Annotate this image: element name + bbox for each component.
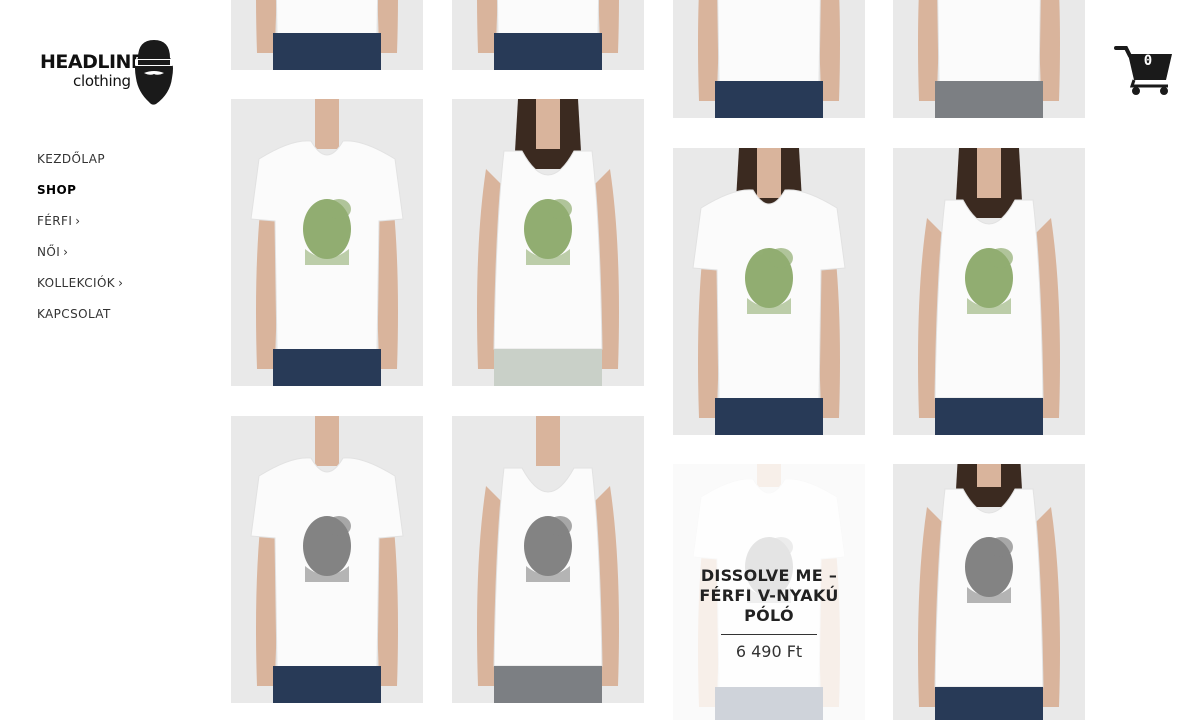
nav-item-kezdolap[interactable]: KEZDŐLAP bbox=[37, 152, 123, 183]
product-card[interactable] bbox=[452, 416, 644, 703]
nav-item-kapcsolat[interactable]: KAPCSOLAT bbox=[37, 307, 123, 338]
product-card[interactable] bbox=[893, 0, 1085, 118]
product-card[interactable] bbox=[231, 99, 423, 386]
chevron-right-icon: › bbox=[63, 245, 69, 259]
product-photo bbox=[231, 99, 423, 386]
chevron-right-icon: › bbox=[118, 276, 124, 290]
product-card[interactable] bbox=[452, 0, 644, 70]
product-photo bbox=[893, 464, 1085, 720]
nav-item-noi[interactable]: NŐI › bbox=[37, 245, 123, 276]
product-photo bbox=[231, 416, 423, 703]
product-photo bbox=[231, 0, 423, 70]
nav-label: NŐI bbox=[37, 245, 61, 259]
nav-item-ferfi[interactable]: FÉRFI › bbox=[37, 214, 123, 245]
nav-item-shop[interactable]: SHOP bbox=[37, 183, 123, 214]
nav-label: KAPCSOLAT bbox=[37, 307, 111, 321]
shopping-cart-icon bbox=[1114, 46, 1172, 95]
product-photo bbox=[893, 0, 1085, 118]
main-navigation: KEZDŐLAP SHOP FÉRFI › NŐI › KOLLEKCIÓK › KA… bbox=[37, 152, 123, 338]
nav-label: KEZDŐLAP bbox=[37, 152, 105, 166]
nav-item-kollekciok[interactable]: KOLLEKCIÓK › bbox=[37, 276, 123, 307]
bearded-face-icon bbox=[135, 40, 173, 105]
nav-label: SHOP bbox=[37, 183, 77, 197]
chevron-right-icon: › bbox=[75, 214, 81, 228]
product-card[interactable] bbox=[893, 148, 1085, 435]
product-price: 6 490 Ft bbox=[735, 642, 803, 661]
divider bbox=[721, 634, 817, 635]
product-photo bbox=[452, 0, 644, 70]
nav-label: KOLLEKCIÓK bbox=[37, 276, 116, 290]
product-card[interactable] bbox=[673, 148, 865, 435]
cart-count: 0 bbox=[1143, 53, 1153, 69]
nav-label: FÉRFI bbox=[37, 214, 73, 228]
product-card[interactable] bbox=[452, 99, 644, 386]
product-card[interactable] bbox=[231, 416, 423, 703]
product-photo bbox=[452, 99, 644, 386]
product-card[interactable]: DISSOLVE ME – FÉRFI V-NYAKÚ PÓLÓ 6 490 F… bbox=[673, 464, 865, 720]
product-card[interactable] bbox=[893, 464, 1085, 720]
product-photo bbox=[673, 0, 865, 118]
product-photo bbox=[893, 148, 1085, 435]
brand-subtitle: clothing bbox=[73, 72, 131, 90]
cart-button[interactable]: 0 bbox=[1114, 44, 1176, 96]
brand-name: HEADLINE bbox=[40, 51, 144, 73]
product-card[interactable] bbox=[231, 0, 423, 70]
product-photo bbox=[452, 416, 644, 703]
product-card[interactable] bbox=[673, 0, 865, 118]
brand-logo[interactable]: HEADLINE clothing bbox=[40, 38, 180, 108]
product-title: DISSOLVE ME – FÉRFI V-NYAKÚ PÓLÓ bbox=[699, 566, 839, 625]
product-photo bbox=[673, 148, 865, 435]
product-hover-overlay: DISSOLVE ME – FÉRFI V-NYAKÚ PÓLÓ 6 490 F… bbox=[673, 464, 865, 720]
